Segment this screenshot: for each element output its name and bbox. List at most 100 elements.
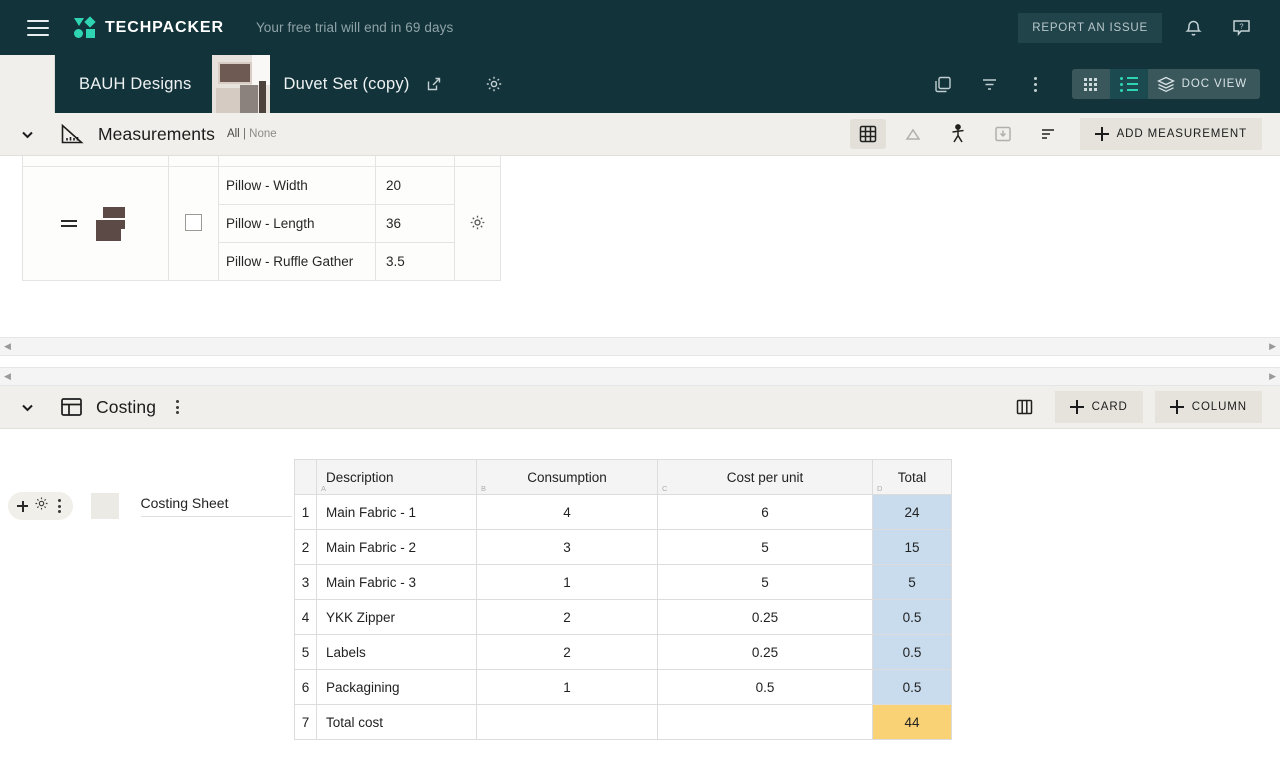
external-link-icon[interactable]: [426, 76, 464, 92]
cell-cost-per-unit[interactable]: [657, 704, 873, 740]
cell-total[interactable]: 24: [872, 494, 952, 530]
plus-icon[interactable]: [17, 500, 28, 512]
ruler-triangle-icon: [60, 123, 85, 145]
measurement-value[interactable]: 36: [375, 204, 455, 243]
measurement-name[interactable]: Pillow - Length: [218, 204, 376, 243]
measurement-value[interactable]: 80: [375, 156, 455, 167]
measurement-value[interactable]: 20: [375, 166, 455, 205]
card-thumbnail[interactable]: [91, 493, 119, 519]
table-row[interactable]: Pillow - Width 20: [22, 166, 501, 281]
cell-consumption[interactable]: 3: [476, 529, 658, 565]
scroll-right-arrow[interactable]: ▶: [1269, 371, 1276, 382]
select-all-link[interactable]: All: [227, 128, 240, 140]
cell-description[interactable]: Packagining: [316, 669, 477, 705]
cell-total[interactable]: 0.5: [872, 669, 952, 705]
card-settings-gear-icon[interactable]: [34, 496, 49, 516]
table-row-total[interactable]: 7 Total cost 44: [294, 704, 952, 740]
cell-consumption[interactable]: 4: [476, 494, 658, 530]
cell-description[interactable]: YKK Zipper: [316, 599, 477, 635]
measurement-value[interactable]: 3.5: [375, 242, 455, 281]
column-header-consumption[interactable]: Consumption B: [476, 459, 658, 495]
document-settings-gear-icon[interactable]: [465, 75, 523, 93]
add-measurement-button[interactable]: ADD MEASUREMENT: [1079, 118, 1262, 150]
list-view-icon[interactable]: [1109, 69, 1148, 99]
kebab-icon[interactable]: [1018, 66, 1054, 102]
scroll-left-arrow[interactable]: ◀: [4, 371, 11, 382]
select-all-none: All | None: [227, 128, 277, 140]
column-header-cost-per-unit[interactable]: Cost per unit C: [657, 459, 873, 495]
breadcrumb-project[interactable]: BAUH Designs: [55, 75, 212, 94]
menu-icon[interactable]: [27, 19, 49, 36]
mannequin-icon[interactable]: [940, 119, 976, 149]
chevron-down-icon[interactable]: [14, 121, 40, 147]
table-row[interactable]: 5 Labels 2 0.25 0.5: [294, 634, 952, 670]
table-row[interactable]: 1 Main Fabric - 1 4 6 24: [294, 494, 952, 530]
table-row[interactable]: 2 Main Fabric - 2 3 5 15: [294, 529, 952, 565]
table-row[interactable]: 4 YKK Zipper 2 0.25 0.5: [294, 599, 952, 635]
cell-description[interactable]: Total cost: [316, 704, 477, 740]
cell-cost-per-unit[interactable]: 0.25: [657, 634, 873, 670]
add-card-button[interactable]: CARD: [1054, 391, 1143, 423]
grid-view-icon[interactable]: [1072, 69, 1110, 99]
cell-cost-per-unit[interactable]: 0.5: [657, 669, 873, 705]
cell-consumption[interactable]: 1: [476, 564, 658, 600]
costing-more-icon[interactable]: [171, 395, 184, 419]
report-issue-button[interactable]: REPORT AN ISSUE: [1018, 12, 1162, 43]
cell-total[interactable]: 0.5: [872, 634, 952, 670]
row-checkbox[interactable]: [185, 213, 202, 231]
add-column-button[interactable]: COLUMN: [1154, 391, 1262, 423]
cell-total[interactable]: 5: [872, 564, 952, 600]
cell-grand-total[interactable]: 44: [872, 704, 952, 740]
bell-icon[interactable]: [1176, 11, 1210, 45]
measurement-name[interactable]: Pillow - Ruffle Gather: [218, 242, 376, 281]
cell-description[interactable]: Main Fabric - 3: [316, 564, 477, 600]
measurement-name[interactable]: Pillow - Width: [218, 166, 376, 205]
chevron-down-icon[interactable]: [14, 394, 40, 420]
measurements-toolbar: ADD MEASUREMENT: [841, 118, 1262, 150]
measurement-settings-gear-icon[interactable]: [454, 166, 501, 281]
column-header-total[interactable]: Total D: [872, 459, 952, 495]
breadcrumb: BAUH Designs Duvet Set (copy): [55, 55, 523, 113]
scroll-left-arrow[interactable]: ◀: [4, 341, 11, 352]
table-row[interactable]: 3 Main Fabric - 3 1 5 5: [294, 564, 952, 600]
cell-consumption[interactable]: 1: [476, 669, 658, 705]
cell-consumption[interactable]: 2: [476, 634, 658, 670]
breadcrumb-document[interactable]: Duvet Set (copy): [270, 75, 425, 94]
cell-cost-per-unit[interactable]: 5: [657, 529, 873, 565]
copy-icon[interactable]: [926, 66, 962, 102]
measurement-sketch-thumbnail[interactable]: [94, 206, 130, 241]
cell-description[interactable]: Main Fabric - 2: [316, 529, 477, 565]
cell-total[interactable]: 0.5: [872, 599, 952, 635]
filter-icon[interactable]: [972, 66, 1008, 102]
table-row[interactable]: 6 Packagining 1 0.5 0.5: [294, 669, 952, 705]
cell-cost-per-unit[interactable]: 6: [657, 494, 873, 530]
select-none-link[interactable]: None: [249, 128, 277, 140]
card-more-icon[interactable]: [55, 496, 64, 516]
import-icon[interactable]: [985, 119, 1021, 149]
measurements-section-header: Measurements All | None ADD MEASUREMENT: [0, 113, 1280, 156]
breadcrumb-bar: BAUH Designs Duvet Set (copy) DOC VIEW: [0, 55, 1280, 113]
cell-consumption[interactable]: [476, 704, 658, 740]
table-view-icon[interactable]: [849, 119, 886, 149]
column-header-description[interactable]: Description A: [316, 459, 477, 495]
doc-view-button[interactable]: DOC VIEW: [1148, 69, 1260, 99]
sort-icon[interactable]: [1030, 119, 1066, 149]
card-title[interactable]: Costing Sheet: [140, 495, 292, 517]
scroll-right-arrow[interactable]: ▶: [1269, 341, 1276, 352]
measurement-name[interactable]: Duvet - Panel 4: [218, 156, 376, 167]
trial-notice: Your free trial will end in 69 days: [255, 20, 454, 35]
drag-handle-icon[interactable]: [60, 217, 77, 230]
table-row[interactable]: Duvet - Panel 4 80: [22, 156, 501, 167]
cell-total[interactable]: 15: [872, 529, 952, 565]
help-chat-icon[interactable]: ?: [1224, 11, 1258, 45]
cell-description[interactable]: Labels: [316, 634, 477, 670]
cell-cost-per-unit[interactable]: 0.25: [657, 599, 873, 635]
app-logo[interactable]: TECHPACKER: [74, 15, 224, 39]
cell-consumption[interactable]: 2: [476, 599, 658, 635]
columns-icon[interactable]: [1007, 392, 1043, 422]
horizontal-scrollbar-upper[interactable]: ◀ ▶: [0, 337, 1280, 356]
sketch-icon[interactable]: [895, 119, 931, 149]
cell-cost-per-unit[interactable]: 5: [657, 564, 873, 600]
horizontal-scrollbar-lower[interactable]: ◀ ▶: [0, 367, 1280, 386]
cell-description[interactable]: Main Fabric - 1: [316, 494, 477, 530]
